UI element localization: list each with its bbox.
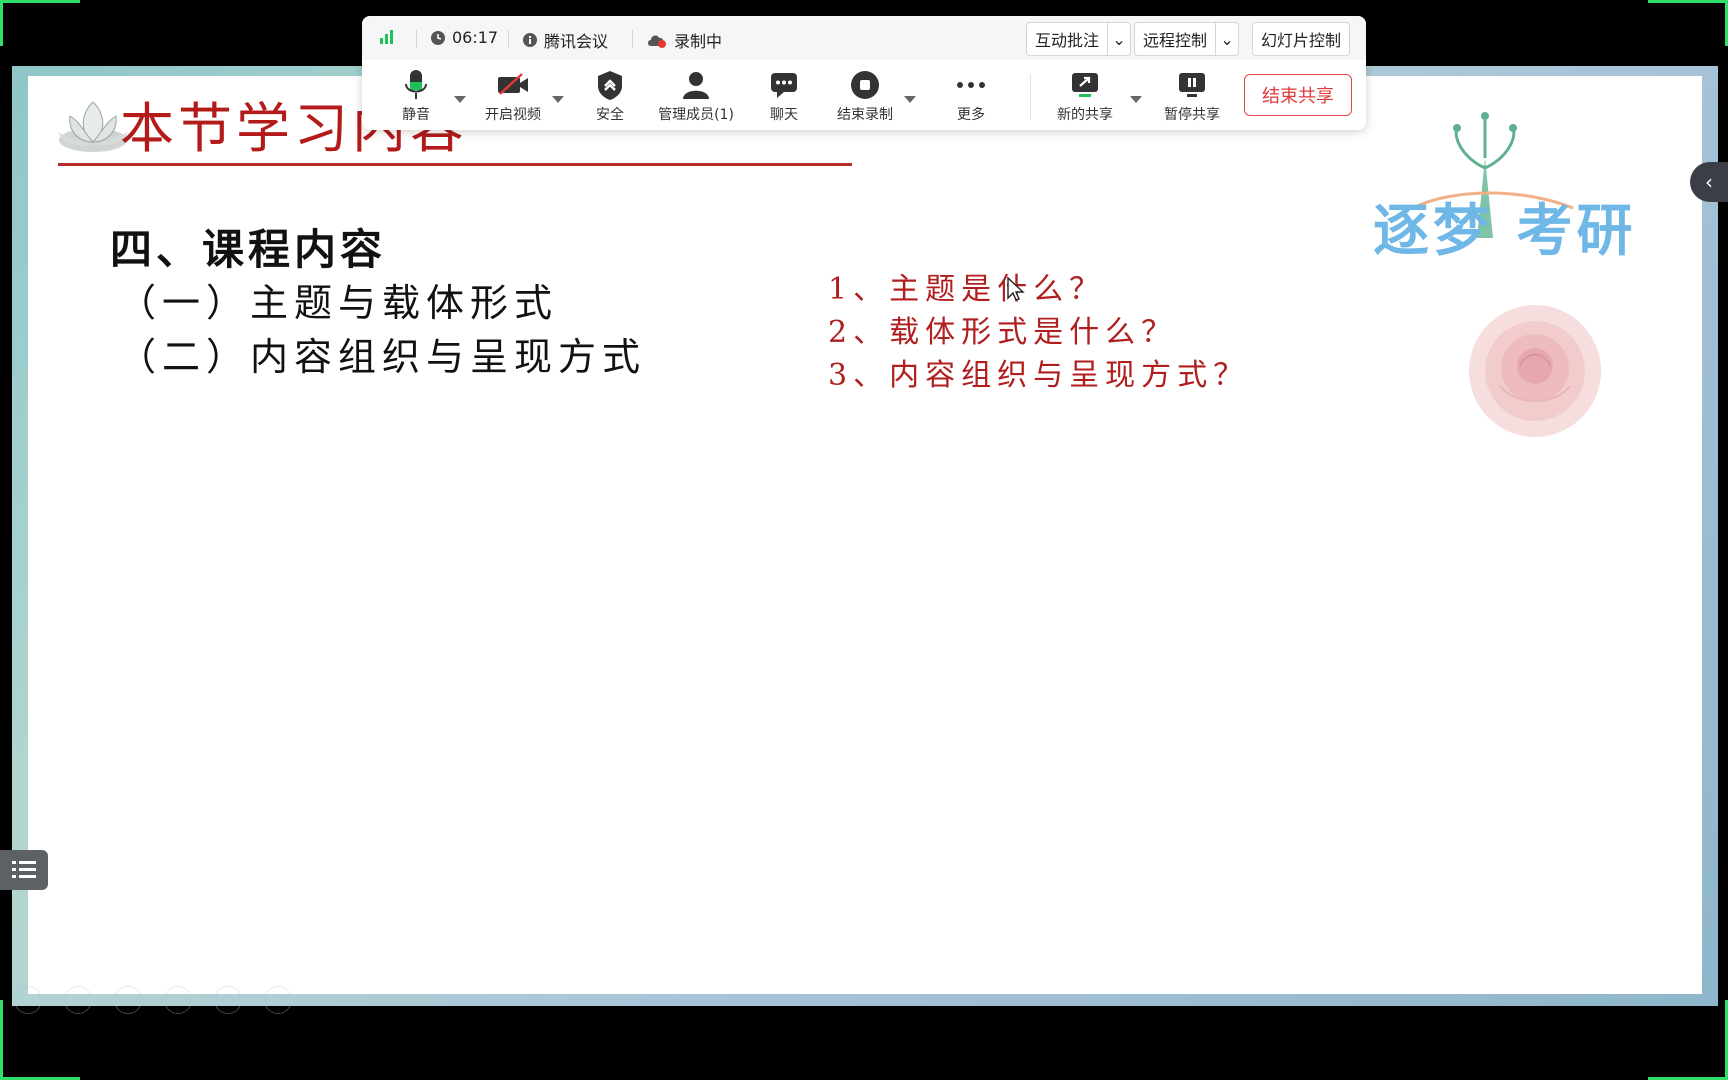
divider — [416, 30, 417, 48]
more-label: 更多 — [957, 107, 985, 123]
slide-control-button[interactable]: 幻灯片控制 — [1252, 22, 1351, 56]
slide-control-label: 幻灯片控制 — [1261, 31, 1342, 50]
clock-icon — [431, 30, 445, 45]
meeting-toolbar: 06:17 腾讯会议 录制中 互动批注 ⌄ 远程控制 ⌄ 幻灯片控制 静音 开启… — [362, 16, 1366, 130]
section-heading: 四、课程内容 — [110, 225, 387, 274]
share-border-corner — [0, 1000, 3, 1080]
slide-canvas: 本节学习内容 四、课程内容 （一）主题与载体形式 （二）内容组织与呈现方式 1、… — [28, 76, 1702, 994]
recording-status[interactable]: 录制中 — [646, 28, 722, 52]
slide-bottom-toolbar — [14, 986, 292, 1014]
meeting-info[interactable]: 腾讯会议 — [522, 28, 608, 52]
video-off-icon — [498, 73, 528, 95]
meeting-name: 腾讯会议 — [544, 32, 609, 51]
chevron-down-icon[interactable]: ⌄ — [1107, 23, 1130, 55]
question-1: 1、主题是什么？ — [828, 272, 1106, 307]
mute-button[interactable]: 静音 — [371, 68, 461, 124]
members-label: 管理成员(1) — [658, 107, 734, 123]
question-2: 2、载体形式是什么？ — [828, 315, 1178, 350]
chevron-down-icon[interactable]: ⌄ — [1215, 23, 1238, 55]
microphone-icon — [405, 70, 427, 99]
security-label: 安全 — [596, 107, 624, 123]
share-border-corner — [0, 0, 80, 3]
video-label: 开启视频 — [485, 107, 541, 123]
user-icon — [683, 72, 709, 99]
stop-record-label: 结束录制 — [837, 107, 893, 123]
subitem-1: （一）主题与载体形式 — [118, 281, 559, 325]
remote-control-button[interactable]: 远程控制 ⌄ — [1134, 22, 1240, 56]
shield-icon — [598, 71, 622, 100]
new-share-label: 新的共享 — [1057, 107, 1113, 123]
stop-record-button[interactable]: 结束录制 — [820, 68, 910, 124]
remote-control-label: 远程控制 — [1143, 31, 1208, 50]
question-3: 3、内容组织与呈现方式？ — [828, 358, 1250, 393]
meeting-status-bar: 06:17 腾讯会议 录制中 互动批注 ⌄ 远程控制 ⌄ 幻灯片控制 — [362, 16, 1366, 60]
end-share-button[interactable]: 结束共享 — [1244, 74, 1352, 116]
side-panel-toggle[interactable]: ‹ — [1690, 162, 1728, 202]
more-button[interactable]: 更多 — [926, 68, 1016, 124]
annotate-label: 互动批注 — [1035, 31, 1100, 50]
pause-share-label: 暂停共享 — [1164, 107, 1220, 123]
pen-icon[interactable] — [114, 986, 142, 1014]
mic-options-arrow[interactable] — [454, 96, 466, 103]
mute-label: 静音 — [402, 107, 430, 123]
security-button[interactable]: 安全 — [565, 68, 655, 124]
info-icon — [523, 33, 537, 47]
rose-flower-icon — [1469, 305, 1601, 437]
mouse-cursor-icon — [1007, 276, 1025, 301]
list-menu-button[interactable] — [0, 850, 48, 890]
pause-icon — [1179, 73, 1205, 97]
subitem-2: （二）内容组织与呈现方式 — [118, 335, 647, 379]
list-icon — [12, 861, 36, 878]
meeting-timer: 06:17 — [430, 28, 498, 47]
chat-button[interactable]: 聊天 — [739, 68, 829, 124]
next-slide-icon[interactable] — [64, 986, 92, 1014]
pause-share-button[interactable]: 暂停共享 — [1147, 68, 1237, 124]
new-share-button[interactable]: 新的共享 — [1040, 68, 1130, 124]
grid-icon[interactable] — [164, 986, 192, 1014]
share-border-corner — [1648, 0, 1728, 3]
timer-text: 06:17 — [452, 28, 499, 47]
members-button[interactable]: 管理成员(1) — [651, 68, 741, 124]
video-button[interactable]: 开启视频 — [468, 68, 558, 124]
more-dots-icon — [957, 82, 985, 88]
divider — [1030, 74, 1031, 120]
recording-label: 录制中 — [674, 32, 723, 51]
signal-indicator[interactable] — [380, 28, 393, 44]
cloud-record-icon — [648, 35, 666, 48]
shared-slide: 本节学习内容 四、课程内容 （一）主题与载体形式 （二）内容组织与呈现方式 1、… — [12, 66, 1718, 1006]
stop-circle-icon — [851, 71, 879, 99]
divider — [508, 30, 509, 48]
share-screen-icon — [1072, 73, 1098, 97]
record-options-arrow[interactable] — [904, 96, 916, 103]
options-icon[interactable] — [264, 986, 292, 1014]
share-border-corner — [0, 0, 3, 46]
zoom-icon[interactable] — [214, 986, 242, 1014]
share-options-arrow[interactable] — [1130, 96, 1142, 103]
divider — [632, 30, 633, 48]
title-divider — [58, 163, 852, 166]
signal-strength-icon — [380, 28, 393, 44]
chat-bubble-icon — [771, 73, 797, 98]
chat-label: 聊天 — [770, 107, 798, 123]
brand-name: 逐梦 考研 — [1373, 199, 1637, 264]
prev-slide-icon[interactable] — [14, 986, 42, 1014]
annotate-button[interactable]: 互动批注 ⌄ — [1026, 22, 1132, 56]
chevron-left-icon: ‹ — [1705, 170, 1713, 194]
video-options-arrow[interactable] — [552, 96, 564, 103]
